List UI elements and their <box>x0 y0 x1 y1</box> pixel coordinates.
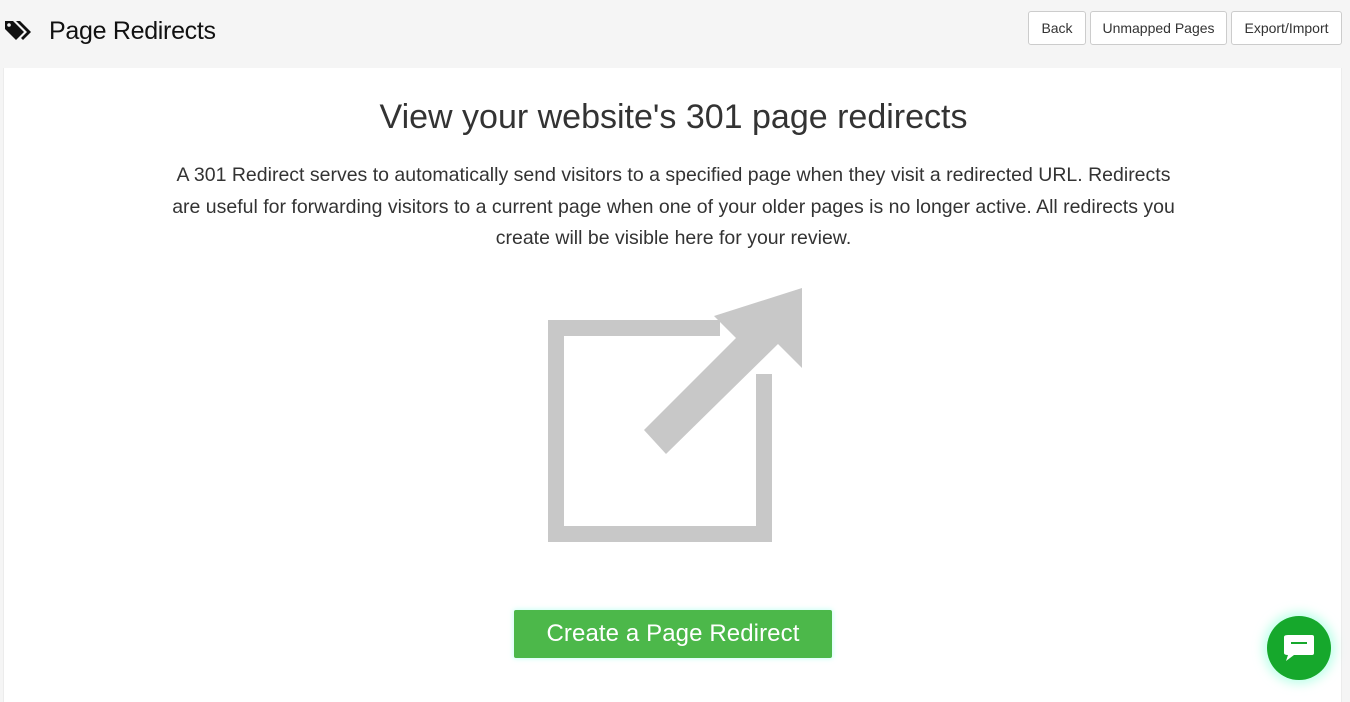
external-link-icon <box>548 288 802 542</box>
empty-state-heading: View your website's 301 page redirects <box>379 98 968 136</box>
header-actions: Back Unmapped Pages Export/Import <box>1028 11 1342 45</box>
page-header: Page Redirects Back Unmapped Pages Expor… <box>0 0 1350 68</box>
create-redirect-button[interactable]: Create a Page Redirect <box>514 610 832 658</box>
tags-icon <box>5 21 31 40</box>
empty-state-description: A 301 Redirect serves to automatically s… <box>172 164 1175 249</box>
export-import-button[interactable]: Export/Import <box>1231 11 1342 45</box>
page-title: Page Redirects <box>49 16 216 45</box>
back-button[interactable]: Back <box>1028 11 1086 45</box>
chat-launcher-button[interactable] <box>1267 616 1331 680</box>
main-panel: View your website's 301 page redirects A… <box>3 68 1342 702</box>
unmapped-pages-button[interactable]: Unmapped Pages <box>1090 11 1227 45</box>
chat-bubble-icon <box>1284 635 1314 661</box>
page-title-group: Page Redirects <box>4 14 216 48</box>
